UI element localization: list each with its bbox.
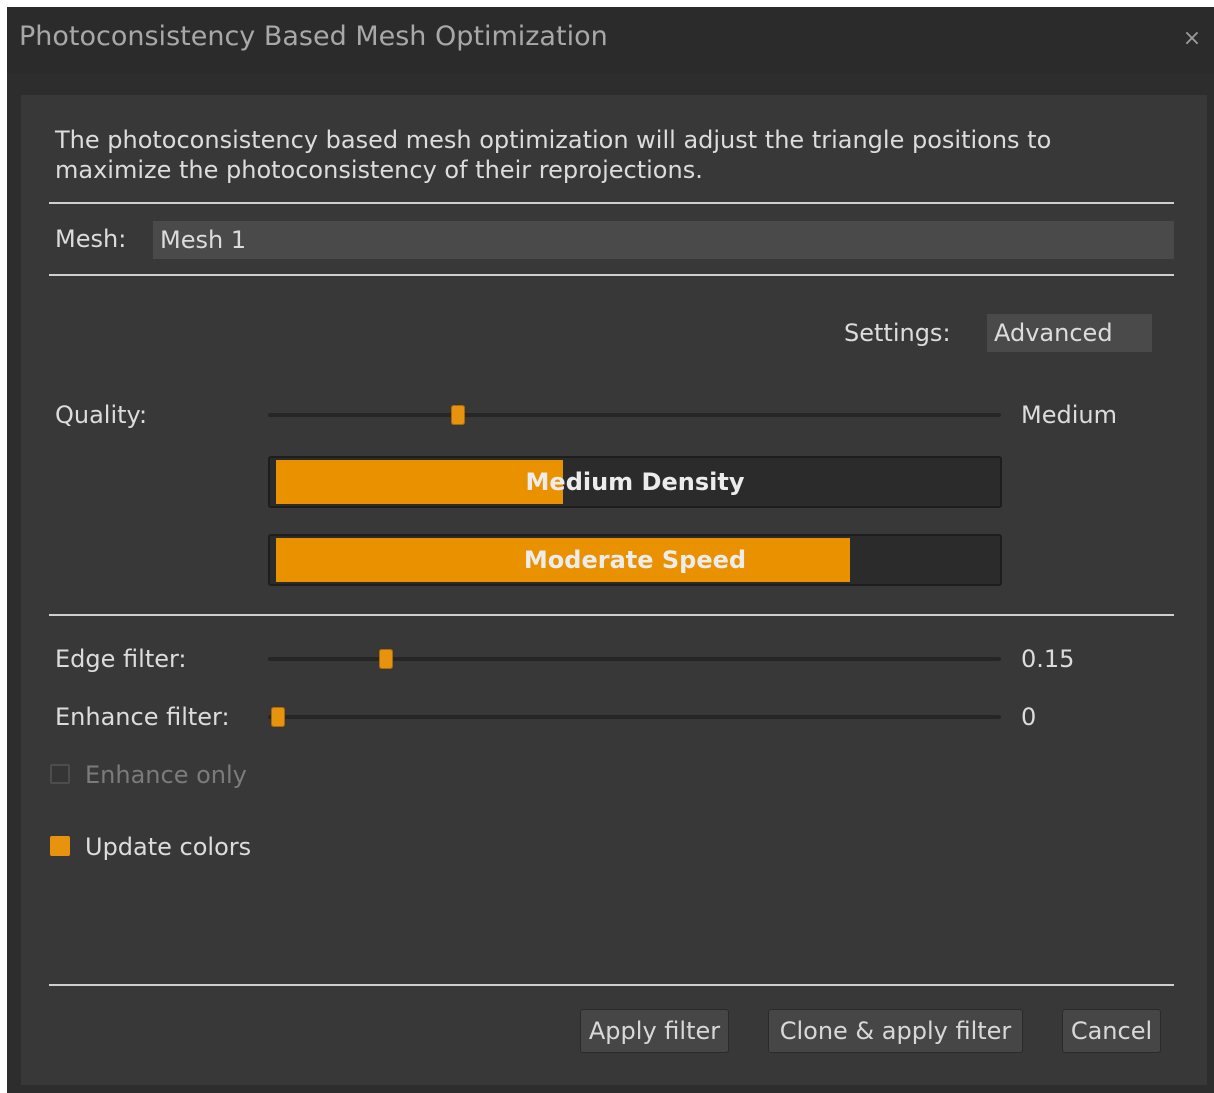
settings-select[interactable]: Advanced [987, 314, 1152, 352]
enhance-filter-value: 0 [1021, 703, 1037, 731]
edge-filter-label: Edge filter: [55, 645, 187, 673]
clone-apply-filter-button[interactable]: Clone & apply filter [768, 1009, 1023, 1053]
update-colors-label[interactable]: Update colors [85, 832, 251, 862]
quality-label: Quality: [55, 401, 148, 429]
quality-slider-thumb[interactable] [451, 405, 465, 425]
enhance-only-label[interactable]: Enhance only [85, 760, 247, 790]
speed-bar-label: Moderate Speed [523, 546, 747, 574]
edge-filter-slider-thumb[interactable] [379, 649, 393, 669]
mesh-label: Mesh: [55, 225, 127, 253]
dialog-panel: The photoconsistency based mesh optimiza… [21, 95, 1207, 1085]
divider [49, 202, 1174, 204]
density-bar-label: Medium Density [525, 468, 745, 496]
density-bar: Medium Density [268, 456, 1002, 508]
checkbox-checked-icon[interactable] [50, 836, 70, 856]
divider [49, 614, 1174, 616]
mesh-select[interactable]: Mesh 1 [153, 221, 1174, 259]
enhance-filter-slider-track[interactable] [268, 715, 1001, 719]
close-icon[interactable]: × [1180, 25, 1204, 53]
edge-filter-slider-track[interactable] [268, 657, 1001, 661]
cancel-button[interactable]: Cancel [1062, 1009, 1161, 1053]
dialog-title: Photoconsistency Based Mesh Optimization [19, 21, 608, 52]
enhance-filter-slider-thumb[interactable] [271, 707, 285, 727]
speed-bar: Moderate Speed [268, 534, 1002, 586]
divider [49, 274, 1174, 276]
quality-value: Medium [1021, 401, 1117, 429]
title-bar[interactable]: Photoconsistency Based Mesh Optimization… [7, 7, 1214, 73]
description-text: The photoconsistency based mesh optimiza… [55, 126, 1052, 184]
edge-filter-value: 0.15 [1021, 645, 1075, 673]
dialog-window: Photoconsistency Based Mesh Optimization… [7, 7, 1214, 1093]
checkbox-unchecked-icon[interactable] [50, 764, 70, 784]
apply-filter-button[interactable]: Apply filter [580, 1009, 729, 1053]
enhance-filter-label: Enhance filter: [55, 703, 230, 731]
quality-slider-track[interactable] [268, 413, 1001, 417]
divider [49, 984, 1174, 986]
settings-label: Settings: [844, 319, 951, 347]
